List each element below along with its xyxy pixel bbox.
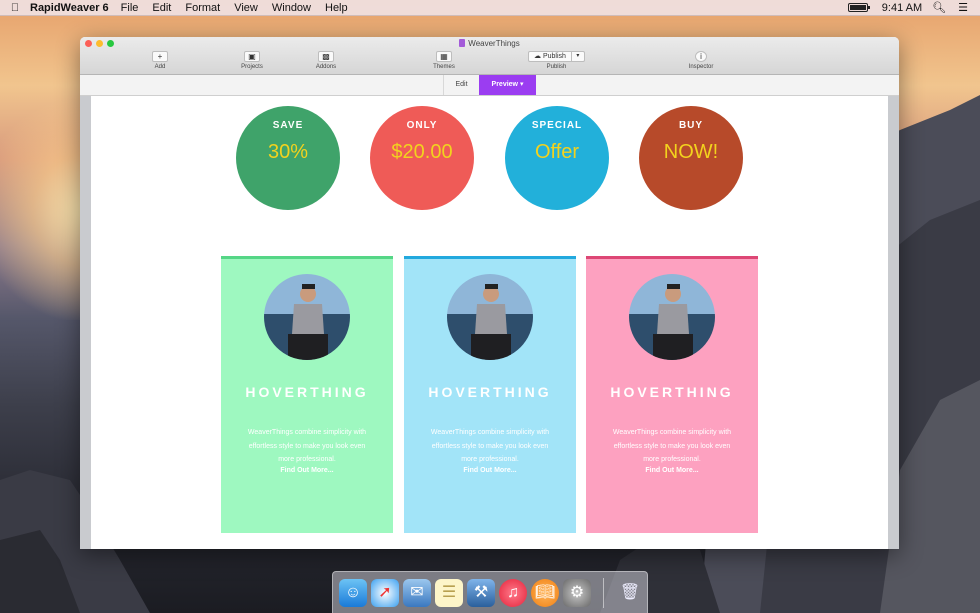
toolbar-addons[interactable]: ▩ Addons (304, 51, 348, 70)
circle-value: Offer (534, 141, 580, 163)
window-title-text: WeaverThings (468, 39, 520, 48)
toolbar-themes[interactable]: ▦ Themes (422, 51, 466, 70)
itunes-icon[interactable]: ♫ (499, 578, 527, 607)
circle-label: SPECIAL (531, 120, 583, 131)
toolbar-add-label: Add (154, 64, 166, 70)
avatar (447, 274, 533, 360)
mode-bar: Edit Preview ▾ (80, 75, 899, 96)
web-page-preview: SAVE 30% ONLY $20.00 SPECIAL Offer BUY N… (91, 96, 888, 549)
toolbar-inspector-label: Inspector (688, 64, 714, 70)
menu-file[interactable]: File (121, 2, 139, 14)
themes-icon[interactable]: ▦ (436, 51, 452, 62)
promo-circle-special[interactable]: SPECIAL Offer (505, 106, 609, 210)
circle-label: BUY (678, 120, 704, 131)
avatar (629, 274, 715, 360)
promo-circle-buy[interactable]: BUY NOW! (639, 106, 743, 210)
toolbar-themes-label: Themes (433, 64, 455, 70)
find-out-more-link[interactable]: Find Out More... (586, 467, 758, 474)
app-menu[interactable]: RapidWeaver 6 (30, 2, 109, 14)
avatar (264, 274, 350, 360)
ibooks-icon[interactable]: 📖︎ (531, 578, 559, 607)
tab-preview[interactable]: Preview ▾ (479, 75, 536, 95)
finder-icon[interactable]: ☺ (339, 578, 367, 607)
hover-card[interactable]: HOVERTHING WeaverThings combine simplici… (404, 256, 576, 533)
card-text: WeaverThings combine simplicity with eff… (612, 429, 732, 463)
dock: ☺ ➚ ✉ ☰ ⚒ ♫ 📖︎ ⚙ 🗑︎ (332, 571, 648, 613)
safari-icon[interactable]: ➚ (371, 578, 399, 607)
trash-icon[interactable]: 🗑︎ (616, 579, 644, 607)
circle-label: SAVE (272, 120, 304, 131)
card-title: HOVERTHING (245, 384, 369, 400)
hover-card[interactable]: HOVERTHING WeaverThings combine simplici… (586, 256, 758, 533)
publish-button[interactable]: ☁ Publish (528, 51, 572, 62)
toolbar-projects-label: Projects (241, 64, 263, 70)
card-text: WeaverThings combine simplicity with eff… (430, 429, 550, 463)
projects-icon[interactable]: ▣ (244, 51, 260, 62)
spotlight-search-icon[interactable]: 🔍︎ (932, 1, 946, 14)
card-title: HOVERTHING (610, 384, 734, 400)
app-window: WeaverThings + Add ▣ Projects ▩ Addons ▦… (80, 37, 899, 549)
inspector-info-icon[interactable]: i (695, 51, 707, 62)
system-preferences-icon[interactable]: ⚙ (563, 578, 591, 607)
toolbar-publish: ☁ Publish ▾ Publish (528, 51, 585, 70)
window-title: WeaverThings (80, 39, 899, 48)
find-out-more-link[interactable]: Find Out More... (221, 467, 393, 474)
document-icon (459, 39, 466, 47)
publish-button-label: Publish (542, 53, 566, 60)
circle-value: $20.00 (391, 141, 453, 163)
mail-icon[interactable]: ✉ (403, 578, 431, 607)
circle-value: NOW! (663, 141, 719, 163)
xcode-icon[interactable]: ⚒ (467, 578, 495, 607)
circle-value: 30% (267, 141, 309, 163)
menu-bar:  RapidWeaver 6 File Edit Format View Wi… (0, 0, 980, 16)
preview-area: SAVE 30% ONLY $20.00 SPECIAL Offer BUY N… (80, 96, 899, 549)
apple-menu-icon[interactable]:  (0, 2, 30, 14)
addons-puzzle-icon[interactable]: ▩ (318, 51, 334, 62)
hover-card[interactable]: HOVERTHING WeaverThings combine simplici… (221, 256, 393, 533)
publish-dropdown-chevron-icon[interactable]: ▾ (571, 51, 585, 62)
toolbar-addons-label: Addons (315, 64, 337, 70)
dock-separator (603, 577, 604, 608)
tab-edit[interactable]: Edit (443, 75, 479, 95)
promo-circle-only[interactable]: ONLY $20.00 (370, 106, 474, 210)
toolbar-inspector[interactable]: i Inspector (679, 51, 723, 70)
notification-center-icon[interactable]: ☰ (958, 1, 968, 14)
notes-icon[interactable]: ☰ (435, 578, 463, 607)
window-toolbar: WeaverThings + Add ▣ Projects ▩ Addons ▦… (80, 37, 899, 75)
menu-edit[interactable]: Edit (152, 2, 171, 14)
add-icon[interactable]: + (152, 51, 168, 62)
card-title: HOVERTHING (428, 384, 552, 400)
toolbar-projects[interactable]: ▣ Projects (230, 51, 274, 70)
circle-label: ONLY (406, 120, 438, 131)
find-out-more-link[interactable]: Find Out More... (404, 467, 576, 474)
menu-view[interactable]: View (234, 2, 258, 14)
promo-circle-save[interactable]: SAVE 30% (236, 106, 340, 210)
toolbar-add[interactable]: + Add (138, 51, 182, 70)
card-text: WeaverThings combine simplicity with eff… (247, 429, 367, 463)
menu-format[interactable]: Format (185, 2, 220, 14)
toolbar-publish-label: Publish (546, 64, 567, 70)
menu-window[interactable]: Window (272, 2, 311, 14)
menu-help[interactable]: Help (325, 2, 348, 14)
menubar-clock[interactable]: 9:41 AM (882, 2, 922, 14)
battery-icon[interactable] (847, 3, 870, 12)
